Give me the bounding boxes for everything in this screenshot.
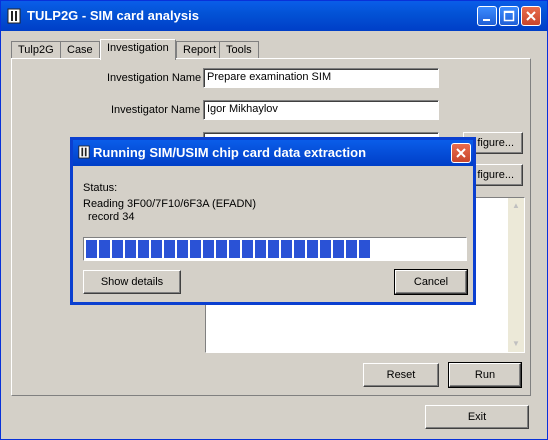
run-button[interactable]: Run xyxy=(448,362,522,388)
extraction-progress-bar xyxy=(83,237,467,261)
investigation-name-input[interactable]: Prepare examination SIM xyxy=(203,68,439,88)
tab-case[interactable]: Case xyxy=(60,41,100,59)
progress-segment xyxy=(112,240,123,258)
show-details-button[interactable]: Show details xyxy=(83,270,181,294)
app-icon xyxy=(78,145,90,159)
tab-report[interactable]: Report xyxy=(176,41,224,59)
progress-segment xyxy=(138,240,149,258)
status-line-record: record 34 xyxy=(88,211,135,223)
progress-segment xyxy=(268,240,279,258)
progress-segment xyxy=(99,240,110,258)
progress-segment xyxy=(151,240,162,258)
tab-tulp2g[interactable]: Tulp2G xyxy=(11,41,61,59)
progress-segment xyxy=(307,240,318,258)
dialog-title: Running SIM/USIM chip card data extracti… xyxy=(93,145,367,160)
progress-segment xyxy=(177,240,188,258)
maximize-icon xyxy=(503,10,515,22)
tab-investigation[interactable]: Investigation xyxy=(100,39,176,60)
progress-segment xyxy=(164,240,175,258)
status-label: Status: xyxy=(83,182,118,194)
close-icon xyxy=(456,148,466,158)
progress-segment xyxy=(294,240,305,258)
window-title: TULP2G - SIM card analysis xyxy=(27,8,199,23)
investigator-name-input[interactable]: Igor Mikhaylov xyxy=(203,100,439,120)
progress-segment xyxy=(255,240,266,258)
progress-segment xyxy=(203,240,214,258)
minimize-button[interactable] xyxy=(477,6,497,26)
app-icon xyxy=(7,8,21,24)
main-window: TULP2G - SIM card analysis Tulp2G Case I… xyxy=(0,0,548,440)
scroll-up-icon[interactable]: ▲ xyxy=(508,198,524,214)
log-scrollbar[interactable]: ▲ ▼ xyxy=(508,198,524,352)
progress-segment xyxy=(359,240,370,258)
investigator-name-label: Investigator Name xyxy=(111,104,201,116)
status-line-path: Reading 3F00/7F10/6F3A (EFADN) xyxy=(83,198,257,210)
dialog-close-button[interactable] xyxy=(451,143,471,163)
investigation-name-label: Investigation Name xyxy=(107,72,202,84)
progress-segment xyxy=(86,240,97,258)
progress-segment xyxy=(125,240,136,258)
progress-segment xyxy=(190,240,201,258)
exit-button[interactable]: Exit xyxy=(425,405,529,429)
progress-segment xyxy=(320,240,331,258)
extraction-progress-dialog: Running SIM/USIM chip card data extracti… xyxy=(70,137,476,305)
progress-segment xyxy=(229,240,240,258)
progress-segment xyxy=(333,240,344,258)
progress-segment xyxy=(281,240,292,258)
title-bar[interactable]: TULP2G - SIM card analysis xyxy=(1,1,547,31)
scroll-down-icon[interactable]: ▼ xyxy=(508,336,524,352)
reset-button[interactable]: Reset xyxy=(363,363,439,387)
progress-segment xyxy=(346,240,357,258)
tab-tools[interactable]: Tools xyxy=(219,41,259,59)
dialog-title-bar[interactable]: Running SIM/USIM chip card data extracti… xyxy=(73,140,473,166)
close-button[interactable] xyxy=(521,6,541,26)
minimize-icon xyxy=(483,19,490,21)
progress-segment xyxy=(242,240,253,258)
maximize-button[interactable] xyxy=(499,6,519,26)
cancel-button[interactable]: Cancel xyxy=(394,269,468,295)
close-icon xyxy=(526,11,536,21)
progress-segment xyxy=(216,240,227,258)
progress-fill xyxy=(86,240,377,258)
